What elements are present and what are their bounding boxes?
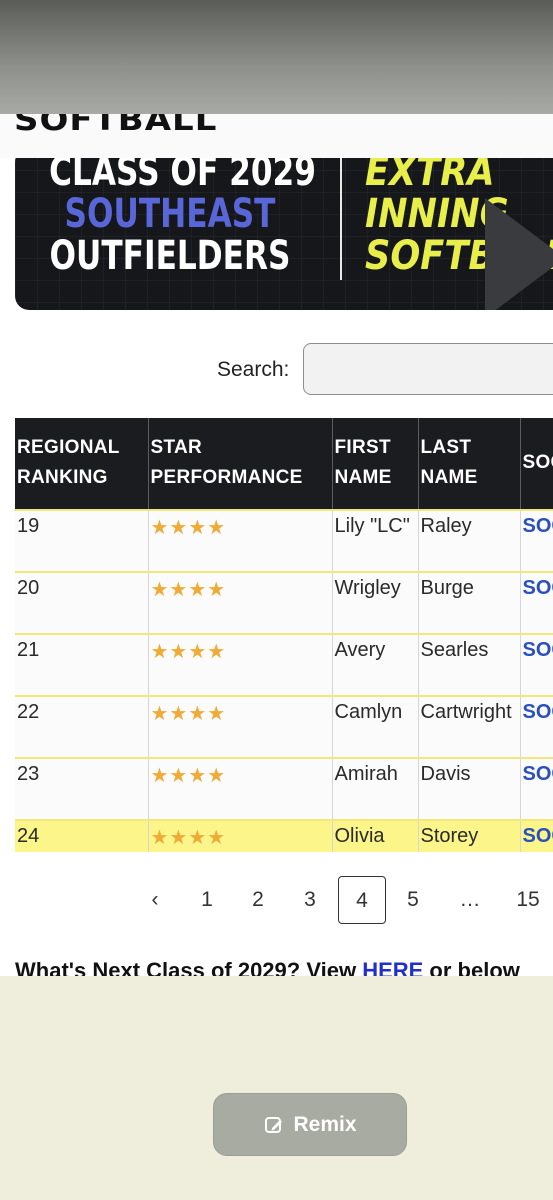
banner-position-line: OUTFIELDERS bbox=[49, 233, 291, 279]
remix-label: Remix bbox=[293, 1112, 357, 1136]
search-input[interactable] bbox=[303, 343, 553, 395]
banner-class-line: CLASS OF 2029 bbox=[49, 158, 316, 195]
star-rating-icon: ★★★★ bbox=[148, 571, 333, 634]
pagination-page-last[interactable]: 15 bbox=[508, 876, 548, 924]
next-class-suffix: or below bbox=[423, 958, 520, 976]
header-last-name[interactable]: LAST NAME bbox=[418, 418, 521, 510]
pagination-ellipsis: … bbox=[459, 888, 481, 911]
edit-image-icon bbox=[263, 1114, 285, 1136]
next-class-prefix: What's Next Class of 2029? View bbox=[15, 958, 363, 976]
rankings-table: REGIONAL RANKING STAR PERFORMANCE FIRST … bbox=[15, 418, 553, 852]
next-class-text: What's Next Class of 2029? View HERE or … bbox=[15, 958, 520, 976]
cell-first-name: Amirah bbox=[332, 757, 419, 820]
site-brand[interactable]: SOFTBALL bbox=[14, 114, 217, 138]
pagination: ‹ 1 2 3 4 5 … 15 bbox=[0, 876, 553, 924]
cell-first-name: Lily "LC" bbox=[332, 509, 419, 572]
pagination-prev-icon[interactable]: ‹ bbox=[140, 876, 170, 924]
table-row: 22 ★★★★ Camlyn Cartwright SOCIAL bbox=[15, 695, 553, 758]
table-row: 19 ★★★★ Lily "LC" Raley SOCIAL bbox=[15, 509, 553, 572]
header-first-name[interactable]: FIRST NAME bbox=[332, 418, 419, 510]
table-row-highlighted: 24 ★★★★ Olivia Storey SOCIAL bbox=[15, 819, 553, 852]
cell-last-name: Cartwright bbox=[418, 695, 521, 758]
star-rating-icon: ★★★★ bbox=[148, 633, 333, 696]
screenshot-page: SOFTBALL CLASS OF 2029 SOUTHEAST OUTFIEL… bbox=[0, 0, 553, 1200]
pagination-page-2[interactable]: 2 bbox=[240, 876, 276, 924]
cell-first-name: Camlyn bbox=[332, 695, 419, 758]
class-banner: CLASS OF 2029 SOUTHEAST OUTFIELDERS EXTR… bbox=[15, 158, 553, 310]
social-link[interactable]: SOCIAL bbox=[520, 757, 553, 820]
table-row: 23 ★★★★ Amirah Davis SOCIAL bbox=[15, 757, 553, 820]
banner-region-line: SOUTHEAST bbox=[64, 191, 276, 237]
social-link[interactable]: SOCIAL bbox=[520, 819, 553, 852]
cell-first-name: Olivia bbox=[332, 819, 419, 852]
cell-last-name: Burge bbox=[418, 571, 521, 634]
cell-last-name: Storey bbox=[418, 819, 521, 852]
table-row: 21 ★★★★ Avery Searles SOCIAL bbox=[15, 633, 553, 696]
header-regional-ranking[interactable]: REGIONAL RANKING bbox=[15, 418, 149, 510]
cell-first-name: Avery bbox=[332, 633, 419, 696]
cell-rank: 19 bbox=[15, 509, 149, 572]
star-rating-icon: ★★★★ bbox=[148, 695, 333, 758]
social-link[interactable]: SOCIAL bbox=[520, 509, 553, 572]
social-link[interactable]: SOCIAL bbox=[520, 633, 553, 696]
banner-logo-extra: EXTRA bbox=[365, 158, 495, 195]
pagination-page-3[interactable]: 3 bbox=[292, 876, 328, 924]
star-rating-icon: ★★★★ bbox=[148, 757, 333, 820]
top-overlay-shade bbox=[0, 0, 553, 116]
site-header-strip: SOFTBALL bbox=[0, 114, 553, 158]
cell-last-name: Davis bbox=[418, 757, 521, 820]
search-label: Search: bbox=[217, 358, 290, 381]
table-row: 20 ★★★★ Wrigley Burge SOCIAL bbox=[15, 571, 553, 634]
header-social[interactable]: SOCIAL bbox=[520, 418, 553, 510]
cell-last-name: Raley bbox=[418, 509, 521, 572]
table-header-row: REGIONAL RANKING STAR PERFORMANCE FIRST … bbox=[15, 418, 553, 510]
cell-rank: 24 bbox=[15, 819, 149, 852]
social-link[interactable]: SOCIAL bbox=[520, 695, 553, 758]
page-content: CLASS OF 2029 SOUTHEAST OUTFIELDERS EXTR… bbox=[0, 158, 553, 976]
star-rating-icon: ★★★★ bbox=[148, 509, 333, 572]
cell-first-name: Wrigley bbox=[332, 571, 419, 634]
cell-rank: 21 bbox=[15, 633, 149, 696]
banner-divider bbox=[340, 158, 342, 280]
pagination-page-1[interactable]: 1 bbox=[189, 876, 225, 924]
remix-button[interactable]: Remix bbox=[213, 1093, 407, 1156]
cell-rank: 22 bbox=[15, 695, 149, 758]
here-link[interactable]: HERE bbox=[362, 958, 423, 976]
cell-last-name: Searles bbox=[418, 633, 521, 696]
pagination-page-4-current[interactable]: 4 bbox=[338, 876, 386, 924]
social-link[interactable]: SOCIAL bbox=[520, 571, 553, 634]
banner-chevron-shape bbox=[485, 198, 553, 310]
cell-rank: 20 bbox=[15, 571, 149, 634]
header-star-performance[interactable]: STAR PERFORMANCE bbox=[148, 418, 333, 510]
star-rating-icon: ★★★★ bbox=[148, 819, 333, 852]
cell-rank: 23 bbox=[15, 757, 149, 820]
pagination-page-5[interactable]: 5 bbox=[395, 876, 431, 924]
